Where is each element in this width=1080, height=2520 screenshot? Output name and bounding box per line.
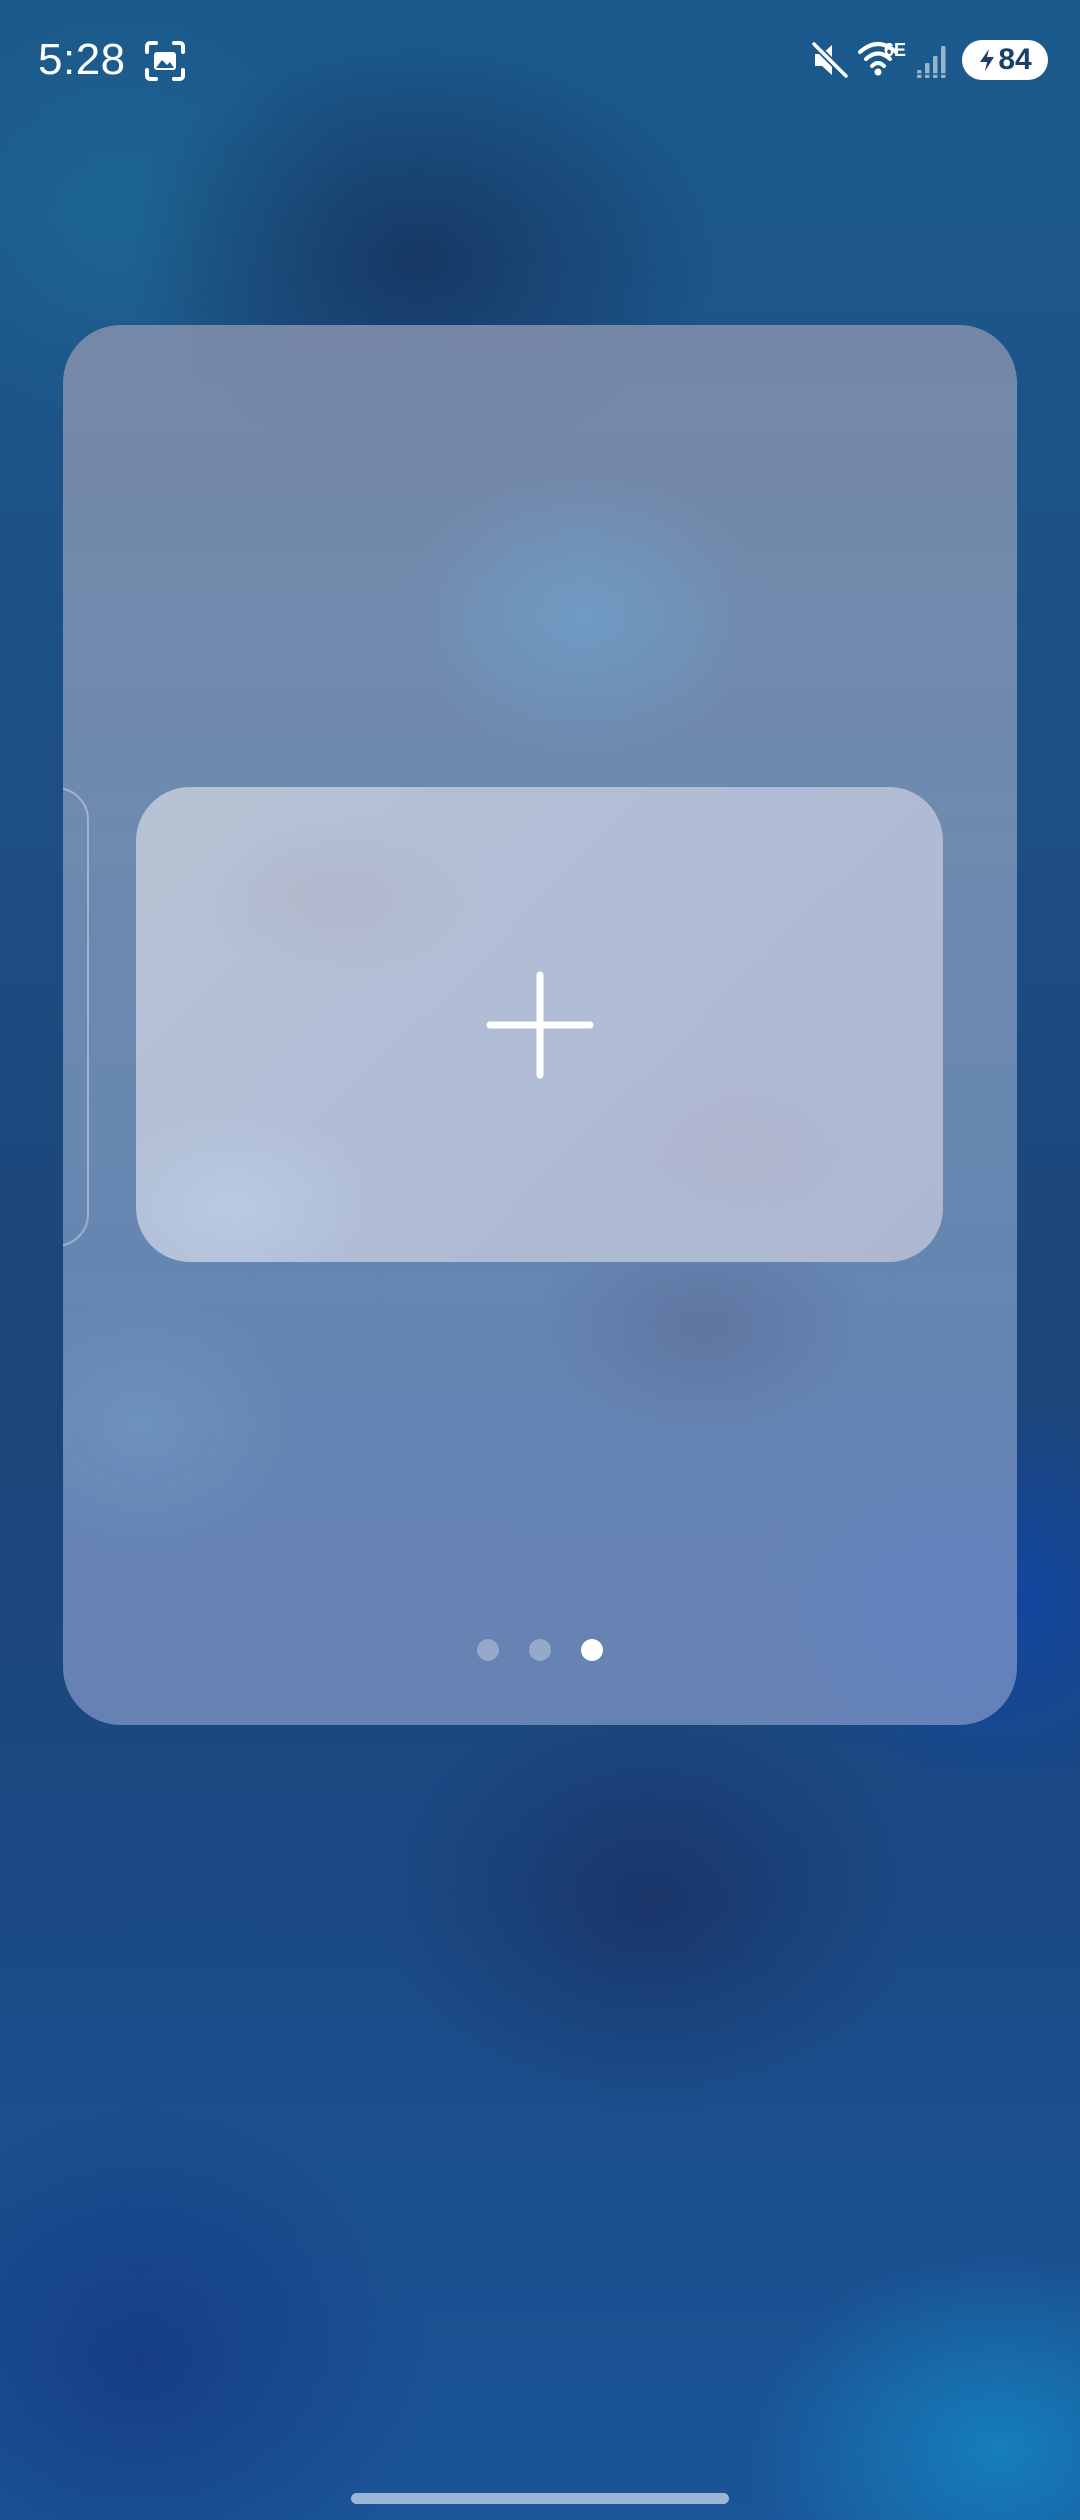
page-indicator <box>63 1637 1017 1663</box>
mute-icon <box>811 41 849 79</box>
page-dot[interactable] <box>529 1639 551 1661</box>
screenshot-icon <box>145 41 185 81</box>
battery-indicator: 84 <box>962 40 1048 80</box>
signal-icon <box>916 46 948 78</box>
battery-level: 84 <box>998 43 1032 76</box>
home-indicator[interactable] <box>351 2493 729 2504</box>
page-dot[interactable] <box>581 1639 603 1661</box>
wifi-standard-label: 6E <box>884 40 907 60</box>
status-bar: 5:28 6E 84 <box>0 0 1080 120</box>
status-time: 5:28 <box>38 35 126 84</box>
add-widget-button[interactable] <box>136 787 943 1262</box>
home-screen: 5:28 6E 84 <box>0 0 1080 2520</box>
previous-widget-peek[interactable] <box>63 787 89 1247</box>
plus-icon <box>486 971 593 1078</box>
page-dot[interactable] <box>477 1639 499 1661</box>
battery-charging-icon <box>980 49 995 71</box>
widget-panel <box>63 325 1017 1725</box>
